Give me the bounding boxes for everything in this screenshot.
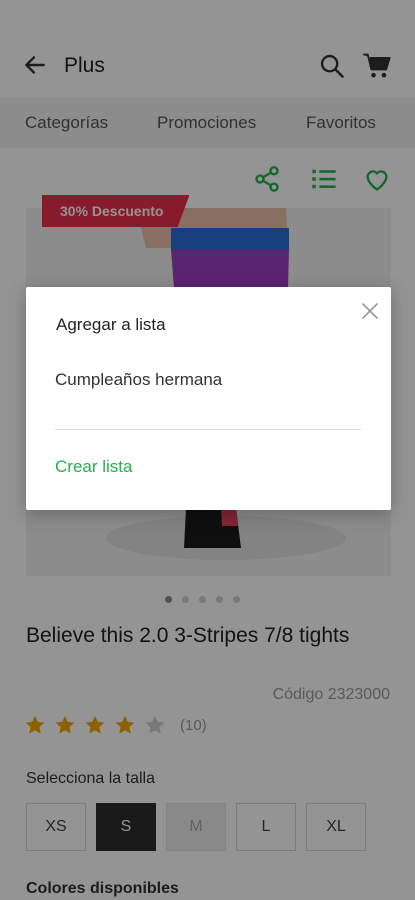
close-icon[interactable] (360, 301, 380, 321)
dialog-title: Agregar a lista (56, 315, 166, 334)
divider (55, 429, 361, 430)
create-list-button[interactable]: Crear lista (55, 457, 132, 477)
add-to-list-dialog: Agregar a lista Cumpleaños hermana Crear… (26, 287, 391, 510)
list-option[interactable]: Cumpleaños hermana (55, 370, 222, 390)
